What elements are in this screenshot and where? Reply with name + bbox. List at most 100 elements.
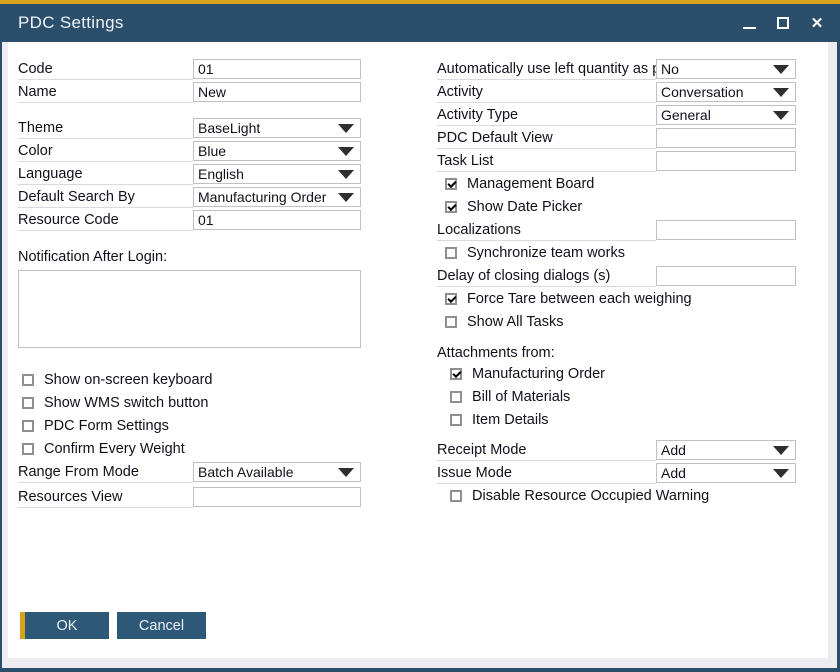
chevron-down-icon: [338, 147, 354, 156]
field-issue-mode: Issue Mode Add: [437, 462, 796, 484]
pdc-form-settings-checkbox[interactable]: [22, 420, 34, 432]
attachments-from-label: Attachments from:: [437, 343, 796, 363]
chevron-down-icon: [773, 65, 789, 74]
confirm-every-weight-checkbox[interactable]: [22, 443, 34, 455]
auto-use-left-quantity-select[interactable]: No: [656, 59, 796, 79]
ok-button[interactable]: OK: [20, 612, 109, 639]
issue-mode-label: Issue Mode: [437, 462, 656, 484]
checkbox-row-force-tare: Force Tare between each weighing: [437, 288, 796, 310]
receipt-mode-select[interactable]: Add: [656, 440, 796, 460]
maximize-button[interactable]: [774, 14, 792, 32]
delay-closing-dialogs-input[interactable]: [656, 266, 796, 286]
checkbox-row-show-all-tasks: Show All Tasks: [437, 311, 796, 333]
pdc-default-view-label: PDC Default View: [437, 127, 656, 149]
field-resource-code: Resource Code: [18, 209, 361, 231]
window-frame-inner: Code Name Theme BaseLight Color Blue: [2, 42, 837, 668]
theme-label: Theme: [18, 117, 193, 139]
checkbox-row-attachment-item-details: Item Details: [437, 409, 796, 431]
checkbox-row-show-wms-switch: Show WMS switch button: [18, 392, 361, 414]
code-input[interactable]: [193, 59, 361, 79]
field-receipt-mode: Receipt Mode Add: [437, 439, 796, 461]
range-from-mode-select[interactable]: Batch Available: [193, 462, 361, 482]
minimize-button[interactable]: [740, 14, 758, 32]
field-localizations: Localizations: [437, 219, 796, 241]
language-select[interactable]: English: [193, 164, 361, 184]
minimize-icon: [743, 27, 756, 29]
chevron-down-icon: [773, 111, 789, 120]
chevron-down-icon: [338, 124, 354, 133]
name-label: Name: [18, 81, 193, 103]
delay-closing-dialogs-label: Delay of closing dialogs (s): [437, 265, 656, 287]
chevron-down-icon: [338, 468, 354, 477]
bottom-border-bar: [0, 668, 840, 672]
checkbox-row-pdc-form-settings: PDC Form Settings: [18, 415, 361, 437]
disable-resource-occupied-warning-checkbox[interactable]: [450, 490, 462, 502]
field-task-list: Task List: [437, 150, 796, 172]
field-default-search-by: Default Search By Manufacturing Order: [18, 186, 361, 208]
attachment-manufacturing-order-checkbox[interactable]: [450, 368, 462, 380]
field-delay-closing-dialogs: Delay of closing dialogs (s): [437, 265, 796, 287]
checkbox-row-confirm-every-weight: Confirm Every Weight: [18, 438, 361, 460]
field-theme: Theme BaseLight: [18, 117, 361, 139]
range-from-mode-label: Range From Mode: [18, 461, 193, 483]
field-activity: Activity Conversation: [437, 81, 796, 103]
right-column: Automatically use left quantity as p No …: [437, 58, 796, 508]
resource-code-label: Resource Code: [18, 209, 193, 231]
chevron-down-icon: [773, 469, 789, 478]
management-board-checkbox[interactable]: [445, 178, 457, 190]
checkbox-row-synchronize-team-works: Synchronize team works: [437, 242, 796, 264]
pdc-default-view-input[interactable]: [656, 128, 796, 148]
notification-textarea[interactable]: [18, 270, 361, 348]
show-wms-switch-checkbox[interactable]: [22, 397, 34, 409]
attachment-bill-of-materials-checkbox[interactable]: [450, 391, 462, 403]
checkbox-row-attachment-manufacturing-order: Manufacturing Order: [437, 363, 796, 385]
checkbox-row-show-date-picker: Show Date Picker: [437, 196, 796, 218]
name-input[interactable]: [193, 82, 361, 102]
field-language: Language English: [18, 163, 361, 185]
field-pdc-default-view: PDC Default View: [437, 127, 796, 149]
attachment-item-details-checkbox[interactable]: [450, 414, 462, 426]
chevron-down-icon: [773, 88, 789, 97]
default-search-by-select[interactable]: Manufacturing Order: [193, 187, 361, 207]
field-auto-use-left-quantity: Automatically use left quantity as p No: [437, 58, 796, 80]
synchronize-team-works-checkbox[interactable]: [445, 247, 457, 259]
activity-type-label: Activity Type: [437, 104, 656, 126]
activity-type-select[interactable]: General: [656, 105, 796, 125]
resources-view-input[interactable]: [193, 487, 361, 507]
activity-label: Activity: [437, 81, 656, 103]
task-list-input[interactable]: [656, 151, 796, 171]
checkbox-row-attachment-bill-of-materials: Bill of Materials: [437, 386, 796, 408]
code-label: Code: [18, 58, 193, 80]
window-controls: ✕: [740, 14, 826, 32]
chevron-down-icon: [338, 193, 354, 202]
cancel-button[interactable]: Cancel: [117, 612, 206, 639]
show-all-tasks-checkbox[interactable]: [445, 316, 457, 328]
close-button[interactable]: ✕: [808, 14, 826, 32]
notification-after-login-label: Notification After Login:: [18, 247, 361, 267]
show-date-picker-checkbox[interactable]: [445, 201, 457, 213]
theme-select[interactable]: BaseLight: [193, 118, 361, 138]
color-label: Color: [18, 140, 193, 162]
pdc-settings-window: PDC Settings ✕ Code Name: [0, 0, 840, 672]
color-select[interactable]: Blue: [193, 141, 361, 161]
field-resources-view: Resources View: [18, 486, 361, 508]
show-onscreen-keyboard-checkbox[interactable]: [22, 374, 34, 386]
field-activity-type: Activity Type General: [437, 104, 796, 126]
localizations-input[interactable]: [656, 220, 796, 240]
window-title: PDC Settings: [18, 13, 124, 33]
default-search-by-label: Default Search By: [18, 186, 193, 208]
force-tare-checkbox[interactable]: [445, 293, 457, 305]
chevron-down-icon: [338, 170, 354, 179]
window-frame: Code Name Theme BaseLight Color Blue: [0, 42, 840, 668]
auto-use-left-quantity-label: Automatically use left quantity as p: [437, 58, 656, 80]
activity-select[interactable]: Conversation: [656, 82, 796, 102]
checkbox-row-disable-resource-occupied-warning: Disable Resource Occupied Warning: [437, 485, 796, 507]
maximize-icon: [777, 17, 789, 29]
task-list-label: Task List: [437, 150, 656, 172]
dialog-content: Code Name Theme BaseLight Color Blue: [8, 42, 828, 658]
titlebar: PDC Settings ✕: [0, 4, 840, 42]
resource-code-input[interactable]: [193, 210, 361, 230]
localizations-label: Localizations: [437, 219, 656, 241]
close-icon: ✕: [811, 16, 824, 31]
issue-mode-select[interactable]: Add: [656, 463, 796, 483]
